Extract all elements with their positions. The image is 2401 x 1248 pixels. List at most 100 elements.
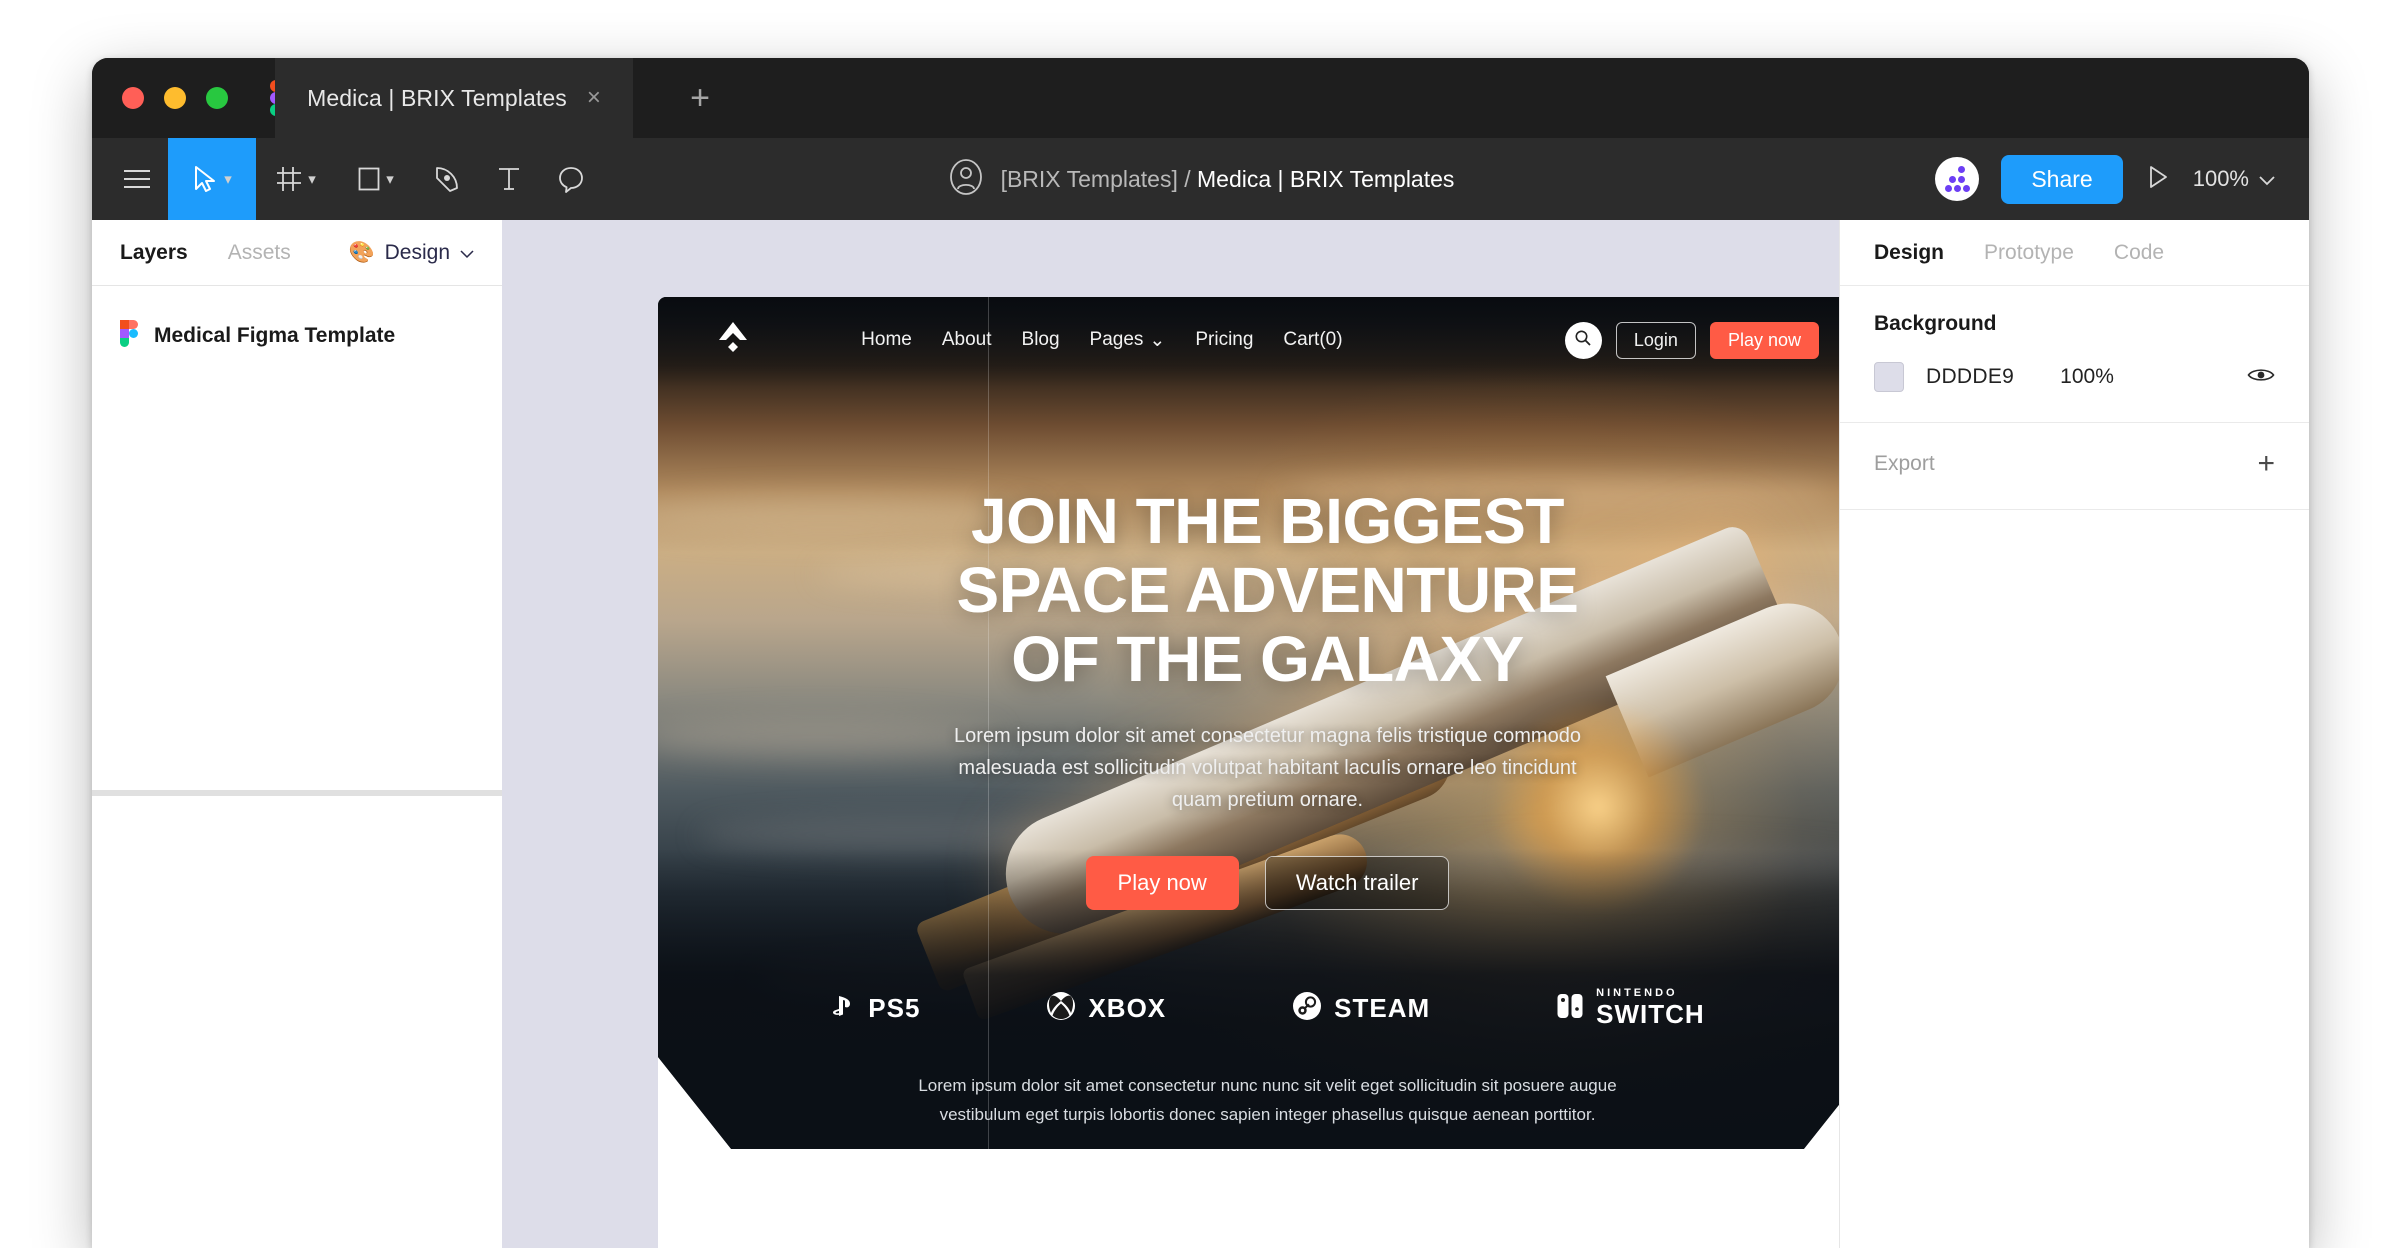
platform-label-group: NINTENDO SWITCH [1596, 987, 1705, 1030]
right-sidebar: Design Prototype Code Background DDDDE9 … [1839, 220, 2309, 1248]
export-section: Export + [1840, 423, 2309, 510]
comment-bubble-icon [558, 166, 584, 193]
rectangle-icon [358, 166, 380, 192]
hero-subtext: Lorem ipsum dolor sit amet consectetur m… [954, 725, 1581, 812]
tab-design[interactable]: Design [1874, 241, 1944, 265]
nav-link-blog[interactable]: Blog [1022, 329, 1060, 351]
close-window-button[interactable] [122, 87, 144, 109]
toolbar-right-group: Share 100% [1935, 138, 2309, 220]
figma-component-icon [115, 320, 138, 352]
share-button[interactable]: Share [2001, 154, 2123, 204]
breadcrumb-team[interactable]: [BRIX Templates] [1001, 166, 1178, 192]
maximize-window-button[interactable] [206, 87, 228, 109]
fill-row: DDDDE9 100% [1874, 362, 2275, 392]
tab-prototype[interactable]: Prototype [1984, 241, 2074, 265]
eye-icon[interactable] [2247, 366, 2275, 389]
present-button[interactable] [2145, 164, 2171, 195]
collaborator-avatar[interactable] [1935, 157, 1980, 201]
user-avatar-icon[interactable] [947, 158, 985, 201]
chevron-down-icon[interactable]: ▾ [224, 172, 232, 187]
platform-xbox: XBOX [1046, 991, 1166, 1026]
breadcrumb-file[interactable]: Medica | BRIX Templates [1197, 166, 1454, 192]
nav-link-pages[interactable]: Pages ⌄ [1090, 329, 1166, 352]
headline-line-1: JOIN THE BIGGEST [971, 485, 1564, 557]
color-hex-value[interactable]: DDDDE9 [1926, 365, 2014, 389]
login-button[interactable]: Login [1615, 321, 1696, 359]
nav-play-now-button[interactable]: Play now [1709, 321, 1819, 359]
nav-link-pricing[interactable]: Pricing [1195, 329, 1253, 351]
xbox-icon [1046, 991, 1076, 1026]
chevron-down-icon[interactable]: ▾ [386, 172, 394, 187]
browser-tab-active[interactable]: Medica | BRIX Templates × [275, 58, 633, 138]
website-nav-links: Home About Blog Pages ⌄ Pricing Cart(0) [861, 329, 1342, 352]
left-sidebar: Layers Assets 🎨 Design Medical Figma Tem… [92, 220, 502, 1248]
zoom-level-control[interactable]: 100% [2193, 166, 2275, 192]
opacity-value[interactable]: 100% [2060, 365, 2114, 389]
hero-footnote: Lorem ipsum dolor sit amet consectetur n… [918, 1076, 1617, 1124]
design-canvas[interactable]: Home About Blog Pages ⌄ Pricing Cart(0) [502, 220, 1839, 1248]
platform-nintendo-switch: NINTENDO SWITCH [1556, 987, 1705, 1030]
new-tab-button[interactable]: + [672, 58, 728, 138]
headline-line-3: OF THE GALAXY [1011, 623, 1524, 696]
platform-label: XBOX [1088, 993, 1167, 1023]
chevron-down-icon[interactable]: ▾ [308, 172, 316, 187]
platform-steam: STEAM [1292, 991, 1430, 1026]
platform-playstation: PS5 [830, 993, 920, 1024]
nav-link-about[interactable]: About [942, 329, 992, 351]
frame-tool-button[interactable]: ▾ [256, 138, 336, 220]
design-plugin-button[interactable]: 🎨 Design [348, 241, 474, 265]
watch-trailer-button[interactable]: Watch trailer [1264, 856, 1450, 911]
color-swatch[interactable] [1874, 362, 1904, 392]
move-tool-button[interactable]: ▾ [168, 138, 256, 220]
workspace: Layers Assets 🎨 Design Medical Figma Tem… [92, 220, 2309, 1248]
design-plugin-label: Design [384, 240, 450, 264]
frame-grid-icon [276, 166, 302, 192]
search-button[interactable] [1564, 321, 1602, 359]
platform-label: SWITCH [1596, 999, 1705, 1029]
section-title: Export [1874, 452, 1935, 475]
headline-line-2: SPACE ADVENTURE [956, 554, 1579, 627]
nintendo-switch-icon [1556, 992, 1584, 1025]
hamburger-menu-icon [122, 168, 152, 190]
platform-sublabel: NINTENDO [1596, 987, 1678, 999]
minimize-window-button[interactable] [164, 87, 186, 109]
design-frame[interactable]: Home About Blog Pages ⌄ Pricing Cart(0) [658, 297, 1839, 1248]
hero-section: Home About Blog Pages ⌄ Pricing Cart(0) [658, 297, 1839, 1149]
pen-nib-icon [434, 165, 460, 193]
background-section: Background DDDDE9 100% [1840, 286, 2309, 423]
tab-assets[interactable]: Assets [228, 241, 291, 265]
hero-cta-group: Play now Watch trailer [1085, 856, 1450, 911]
nav-link-home[interactable]: Home [861, 329, 912, 351]
pen-tool-button[interactable] [416, 138, 478, 220]
layers-list: Medical Figma Template [92, 286, 502, 360]
chevron-down-icon[interactable] [460, 241, 474, 265]
text-t-icon [497, 166, 521, 192]
breadcrumb[interactable]: [BRIX Templates] / Medica | BRIX Templat… [1001, 166, 1455, 193]
shape-tool-button[interactable]: ▾ [336, 138, 416, 220]
tab-layers[interactable]: Layers [120, 241, 188, 265]
website-nav-actions: Login Play now [1564, 321, 1819, 359]
close-icon[interactable]: × [587, 86, 601, 110]
figma-toolbar: ▾ ▾ ▾ [BRIX Templates] / Medica | BRIX T… [92, 138, 2309, 220]
figma-app-window: Medica | BRIX Templates × + ▾ ▾ ▾ [BRIX … [92, 58, 2309, 1248]
page-title: JOIN THE BIGGEST SPACE ADVENTURE OF THE … [956, 485, 1579, 696]
platform-logos: PS5 XBOX STEAM NINTENDO SWITCH [658, 987, 1839, 1030]
play-now-button[interactable]: Play now [1085, 856, 1239, 911]
breadcrumb-separator: / [1184, 165, 1191, 192]
tab-title: Medica | BRIX Templates [307, 84, 567, 111]
left-panel-tabs: Layers Assets 🎨 Design [92, 220, 502, 286]
list-item[interactable]: Medical Figma Template [92, 312, 502, 360]
website-navbar: Home About Blog Pages ⌄ Pricing Cart(0) [658, 297, 1839, 383]
window-tab-strip: Medica | BRIX Templates × + [92, 58, 2309, 138]
comment-tool-button[interactable] [540, 138, 602, 220]
tab-code[interactable]: Code [2114, 241, 2164, 265]
rocket-logo-icon[interactable] [716, 320, 750, 360]
chevron-down-icon[interactable] [2259, 166, 2275, 192]
main-menu-button[interactable] [106, 138, 168, 220]
nav-link-cart[interactable]: Cart(0) [1283, 329, 1342, 351]
text-tool-button[interactable] [478, 138, 540, 220]
cursor-arrow-icon [192, 165, 218, 193]
plus-icon[interactable]: + [2257, 449, 2275, 479]
platform-label: PS5 [868, 993, 921, 1023]
play-triangle-icon [2145, 164, 2171, 195]
